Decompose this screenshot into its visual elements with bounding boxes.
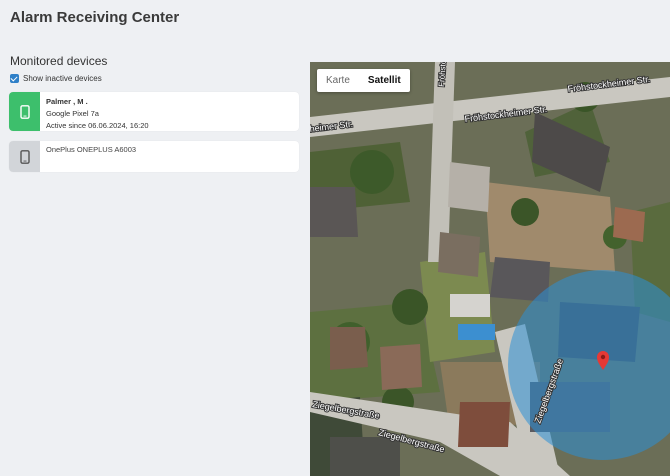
map-type-toggle[interactable]: Karte Satellit (317, 69, 410, 92)
device-status-text: Active since 06.06.2024, 16:20 (46, 121, 149, 130)
phone-icon (19, 104, 30, 119)
device-card[interactable]: OnePlus ONEPLUS A6003 (9, 141, 299, 172)
map-type-option-karte[interactable]: Karte (317, 69, 359, 92)
show-inactive-label: Show inactive devices (23, 74, 102, 83)
device-model: Google Pixel 7a (46, 109, 99, 118)
show-inactive-toggle[interactable]: Show inactive devices (10, 74, 102, 83)
section-title: Monitored devices (10, 54, 108, 68)
device-status-indicator (9, 141, 40, 172)
satellite-imagery: heimer Str. Fröhstockheimer Str. Fröhsto… (310, 62, 670, 476)
phone-icon (19, 149, 30, 164)
device-name: Palmer , M . (46, 97, 88, 106)
device-model: OnePlus ONEPLUS A6003 (46, 145, 137, 154)
map-view[interactable]: heimer Str. Fröhstockheimer Str. Fröhsto… (310, 62, 670, 476)
device-card[interactable]: Palmer , M . Google Pixel 7a Active sinc… (9, 92, 299, 131)
map-type-option-satellit[interactable]: Satellit (359, 69, 410, 92)
checkbox[interactable] (10, 74, 19, 83)
device-status-indicator (9, 92, 40, 131)
app-title: Alarm Receiving Center (10, 9, 180, 26)
